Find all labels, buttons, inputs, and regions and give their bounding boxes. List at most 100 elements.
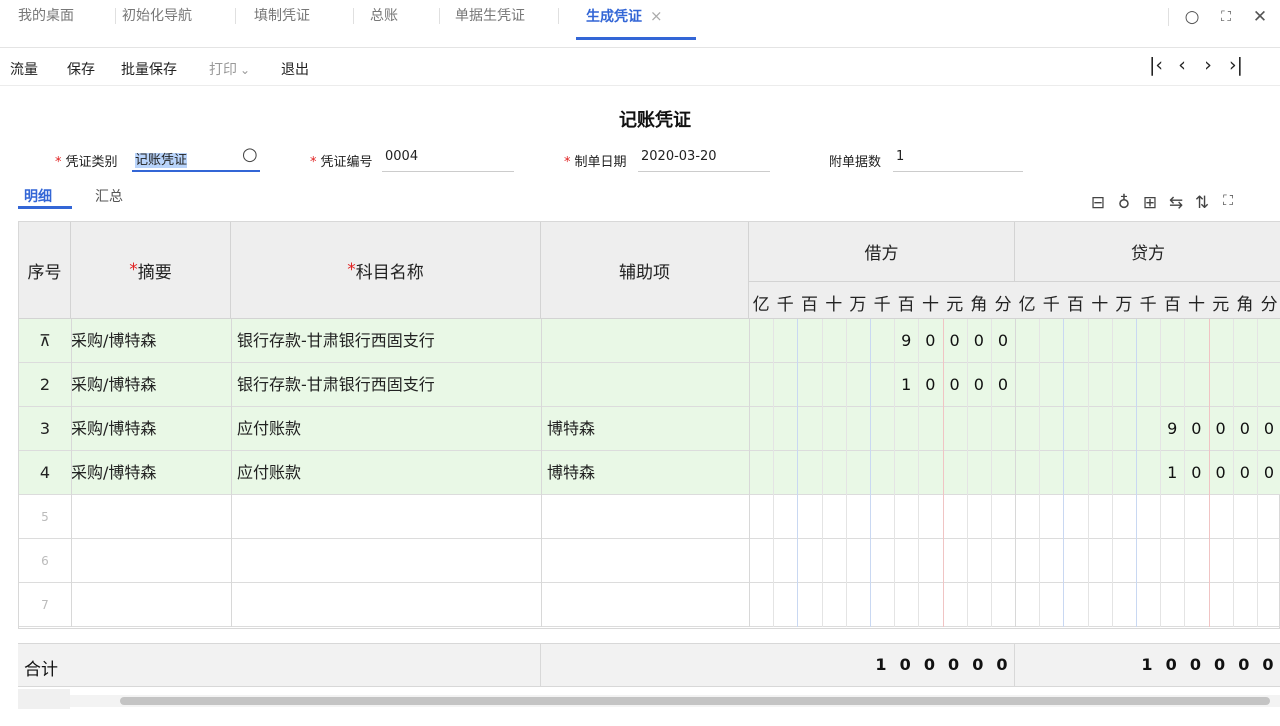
table-row[interactable]: ⊼ 采购/博特森 银行存款-甘肃银行西固支行 9 0 0 0 0 <box>19 319 1280 363</box>
balance-icon[interactable]: ⇅ <box>1191 193 1213 213</box>
tab-init-nav[interactable]: 初始化导航 <box>122 0 236 48</box>
tab-bar: 我的桌面 初始化导航 填制凭证 总账 单据生凭证 生成凭证 × ○ ⛶ ✕ <box>0 0 1280 48</box>
table-row[interactable]: 6 <box>19 539 1280 583</box>
flow-button[interactable]: 流量 <box>10 59 38 79</box>
debit-digit-unit: 十 <box>825 295 843 315</box>
fullscreen-icon[interactable]: ⛶ <box>1217 193 1239 209</box>
save-button[interactable]: 保存 <box>67 59 95 79</box>
insert-row-icon[interactable]: ⊟ <box>1087 193 1109 213</box>
total-debit-digit: 0 <box>972 655 984 674</box>
debit-amount-digit: 0 <box>997 375 1009 394</box>
tab-summary[interactable]: 汇总 <box>95 186 123 206</box>
credit-digit-unit: 角 <box>1236 295 1254 315</box>
table-row[interactable]: 2 采购/博特森 银行存款-甘肃银行西固支行 1 0 0 0 0 <box>19 363 1280 407</box>
voucher-date-label-text: 制单日期 <box>574 155 627 170</box>
summary-cell[interactable]: 采购/博特森 <box>71 451 231 495</box>
account-cell[interactable] <box>237 539 537 583</box>
credit-amount-digit: 0 <box>1215 419 1226 438</box>
prev-page-icon[interactable]: ‹ <box>1170 54 1194 76</box>
debit-amount-digit: 0 <box>925 331 936 350</box>
scrollbar-thumb[interactable] <box>120 697 1270 705</box>
summary-cell[interactable]: 采购/博特森 <box>71 319 231 363</box>
row-seq-cell: 6 <box>41 554 49 568</box>
last-page-icon[interactable]: ›| <box>1224 54 1248 76</box>
account-cell[interactable] <box>237 495 537 539</box>
total-debit-digit: 0 <box>923 655 935 674</box>
credit-amount-digit: 0 <box>1263 419 1275 438</box>
first-page-icon[interactable]: |‹ <box>1144 54 1168 76</box>
tab-generate-voucher[interactable]: 生成凭证 × <box>576 0 696 48</box>
tab-label: 单据生凭证 <box>455 8 525 24</box>
fullscreen-icon[interactable]: ⛶ <box>1212 6 1240 30</box>
next-page-icon[interactable]: › <box>1196 54 1220 76</box>
account-cell[interactable] <box>237 583 537 627</box>
close-icon[interactable]: ✕ <box>1246 6 1274 30</box>
search-icon[interactable]: ○ <box>1178 6 1206 30</box>
credit-digit-unit: 亿 <box>1018 295 1036 315</box>
summary-cell[interactable]: 采购/博特森 <box>71 407 231 451</box>
credit-amount-digit: 0 <box>1215 463 1226 482</box>
debit-digit-unit: 千 <box>776 295 794 315</box>
money-bag-icon[interactable]: ♁ <box>1113 193 1135 213</box>
row-seq-cell: 5 <box>41 510 49 524</box>
table-row[interactable]: 3 采购/博特森 应付账款 博特森 9 0 0 0 0 <box>19 407 1280 451</box>
summary-cell[interactable]: 采购/博特森 <box>71 363 231 407</box>
total-credit-digit: 0 <box>1189 655 1201 674</box>
total-credit-digit: 0 <box>1262 655 1274 674</box>
row-seq-cell: 3 <box>39 419 51 438</box>
aux-cell[interactable]: 博特森 <box>547 451 747 495</box>
voucher-type-label-text: 凭证类别 <box>65 155 118 170</box>
credit-digit-unit: 千 <box>1042 295 1060 315</box>
toolbar: 流量 保存 批量保存 打印 ⌄ 退出 |‹ ‹ › ›| <box>0 48 1280 86</box>
table-row[interactable]: 5 <box>19 495 1280 539</box>
split-icon[interactable]: ⊞ <box>1139 193 1161 213</box>
table-row[interactable]: 7 <box>19 583 1280 627</box>
tab-general-ledger[interactable]: 总账 <box>370 0 440 48</box>
attachment-count-field[interactable]: 1 <box>893 149 1023 172</box>
account-cell[interactable]: 应付账款 <box>237 451 537 495</box>
credit-digit-unit: 元 <box>1212 295 1230 315</box>
voucher-date-field[interactable]: 2020-03-20 <box>638 149 770 172</box>
total-row: 合计 100000100000 <box>18 643 1280 687</box>
debit-digit-unit: 百 <box>897 295 915 315</box>
print-button[interactable]: 打印 ⌄ <box>209 59 250 79</box>
aux-cell[interactable] <box>547 495 747 539</box>
row-seq-cell: 4 <box>39 463 51 482</box>
exit-button[interactable]: 退出 <box>281 59 309 79</box>
debit-digit-unit: 角 <box>970 295 988 315</box>
credit-digit-unit: 百 <box>1066 295 1084 315</box>
account-cell[interactable]: 银行存款-甘肃银行西固支行 <box>237 363 537 407</box>
voucher-entry-table: 序号 * 摘要 * 科目名称 辅助项 借方 贷方 亿千百十万千百十元角分亿千百十万千… <box>18 221 1280 629</box>
aux-cell[interactable] <box>547 539 747 583</box>
aux-cell[interactable]: 博特森 <box>547 407 747 451</box>
tab-label: 生成凭证 <box>586 9 642 25</box>
summary-cell[interactable] <box>71 583 231 627</box>
account-cell[interactable]: 银行存款-甘肃银行西固支行 <box>237 319 537 363</box>
debit-amount-digit: 0 <box>949 375 960 394</box>
debit-amount-digit: 0 <box>925 375 936 394</box>
tab-detail[interactable]: 明细 <box>24 186 52 206</box>
aux-cell[interactable] <box>547 319 747 363</box>
batch-save-button[interactable]: 批量保存 <box>121 59 177 79</box>
row-seq-cell: 2 <box>39 375 51 394</box>
search-icon[interactable]: ○ <box>242 144 258 165</box>
close-tab-icon[interactable]: × <box>650 7 663 25</box>
voucher-type-field[interactable]: 记账凭证 <box>132 149 260 172</box>
total-credit-digit: 0 <box>1214 655 1226 674</box>
aux-cell[interactable] <box>547 363 747 407</box>
summary-cell[interactable] <box>71 539 231 583</box>
debit-amount-digit: 0 <box>973 375 984 394</box>
table-row[interactable]: 4 采购/博特森 应付账款 博特森 1 0 0 0 0 <box>19 451 1280 495</box>
aux-cell[interactable] <box>547 583 747 627</box>
tab-fill-voucher[interactable]: 填制凭证 <box>254 0 354 48</box>
summary-cell[interactable] <box>71 495 231 539</box>
tab-label: 总账 <box>370 8 398 24</box>
tab-doc-to-voucher[interactable]: 单据生凭证 <box>455 0 559 48</box>
voucher-number-field[interactable]: 0004 <box>382 149 514 172</box>
account-cell[interactable]: 应付账款 <box>237 407 537 451</box>
column-header-debit: 借方 <box>749 222 1015 282</box>
tab-my-desktop[interactable]: 我的桌面 <box>18 0 116 48</box>
total-debit-digit: 0 <box>996 655 1008 674</box>
exchange-icon[interactable]: ⇆ <box>1165 193 1187 213</box>
horizontal-scrollbar[interactable] <box>70 695 1280 707</box>
